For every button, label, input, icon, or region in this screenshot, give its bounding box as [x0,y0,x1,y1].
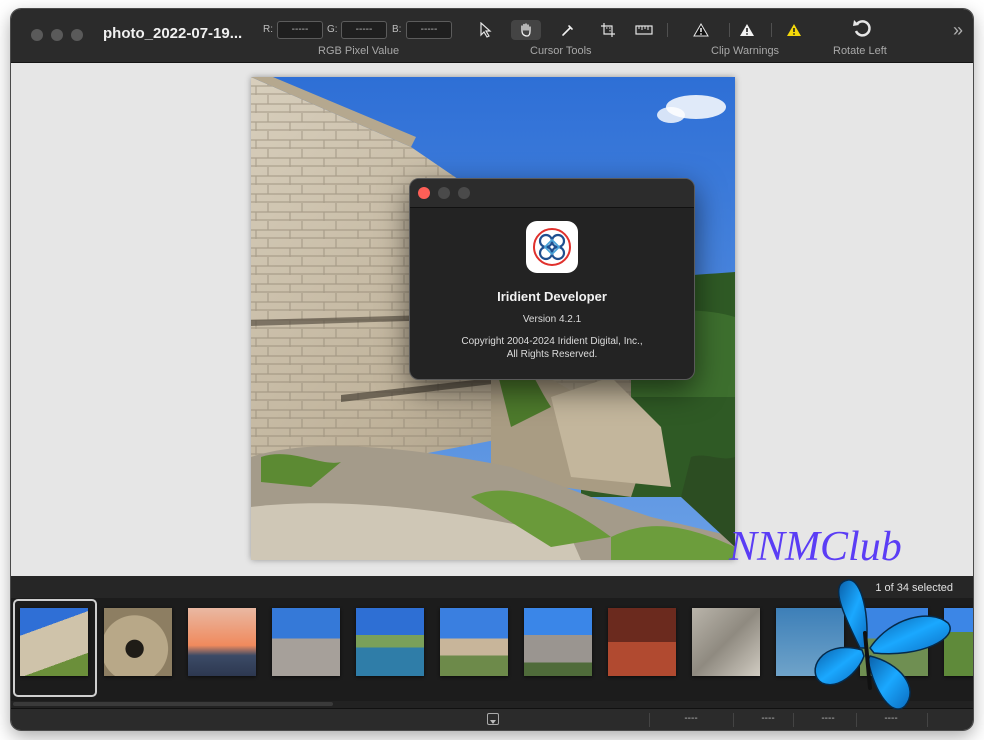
thumbnail-mountain-peak[interactable] [517,600,597,694]
chevrons-right-icon[interactable]: » [953,21,963,39]
toolbar: photo_2022-07-19... R: ----- G: ----- B:… [11,9,973,63]
thumbnail-image [20,608,88,676]
about-close-button[interactable] [418,187,430,199]
arrow-pointer-icon[interactable] [471,20,501,40]
thumbnail-palace-interior[interactable] [601,600,681,694]
window-title: photo_2022-07-19... [103,25,243,42]
r-label: R: [263,24,273,35]
app-name: Iridient Developer [497,289,607,304]
close-window-button[interactable] [31,29,43,41]
rotate-left-label: Rotate Left [833,45,887,57]
thumbnail-cliff-lighthouse[interactable] [265,600,345,694]
watermark-text: NNMClub [729,524,902,570]
thumbnail-sunset-sea[interactable] [181,600,261,694]
eyedropper-icon[interactable] [553,20,583,40]
app-logo-icon [526,221,578,273]
butterfly-overlay [814,579,951,710]
image-viewer[interactable]: Iridient Developer Version 4.2.1 Copyrig… [11,63,973,576]
thumbnail-image [608,608,676,676]
crop-icon[interactable] [593,20,623,40]
toolbar-separator [667,23,668,37]
status-dropdown-icon[interactable] [487,713,499,725]
g-value-field: ----- [341,21,387,39]
thumbnail-image [692,608,760,676]
status-value-1: ---- [684,713,698,724]
toolbar-separator [771,23,772,37]
g-label: G: [327,24,338,35]
highlight-clip-warning-icon[interactable] [732,20,762,40]
thumbnail-image [440,608,508,676]
about-dialog-titlebar [410,179,694,208]
toolbar-separator [729,23,730,37]
thumbnail-village-buildings[interactable] [433,600,513,694]
thumbnail-image [104,608,172,676]
thumbnail-image [524,608,592,676]
about-zoom-button [458,187,470,199]
shadow-clip-warning-icon[interactable] [686,20,716,40]
thumbnail-image [188,608,256,676]
filmstrip-scroll-thumb[interactable] [13,702,333,706]
zoom-window-button[interactable] [71,29,83,41]
r-value-field: ----- [277,21,323,39]
thumbnail-image [356,608,424,676]
thumbnail-fortress-wall[interactable] [13,599,97,697]
minimize-window-button[interactable] [51,29,63,41]
copyright-text: Copyright 2004-2024 Iridient Digital, In… [410,335,694,361]
about-minimize-button [438,187,450,199]
thumbnail-cave-entrance[interactable] [97,600,177,694]
clip-warnings-label: Clip Warnings [711,45,780,57]
copyright-line-1: Copyright 2004-2024 Iridient Digital, In… [461,336,643,347]
copyright-line-2: All Rights Reserved. [506,349,598,360]
about-dialog: Iridient Developer Version 4.2.1 Copyrig… [409,178,695,380]
b-label: B: [392,24,402,35]
thumbnail-image [272,608,340,676]
ruler-icon[interactable] [629,20,659,40]
warning-icon[interactable] [779,20,809,40]
cursor-tools-label: Cursor Tools [530,45,592,57]
rgb-pixel-value-label: RGB Pixel Value [318,45,400,57]
thumbnail-lake-town[interactable] [349,600,429,694]
hand-icon[interactable] [511,20,541,40]
app-version: Version 4.2.1 [522,314,582,325]
thumbnail-rocky-coast[interactable] [685,600,765,694]
rotate-left-icon[interactable] [847,18,877,38]
status-divider [649,713,650,727]
b-value-field: ----- [406,21,452,39]
